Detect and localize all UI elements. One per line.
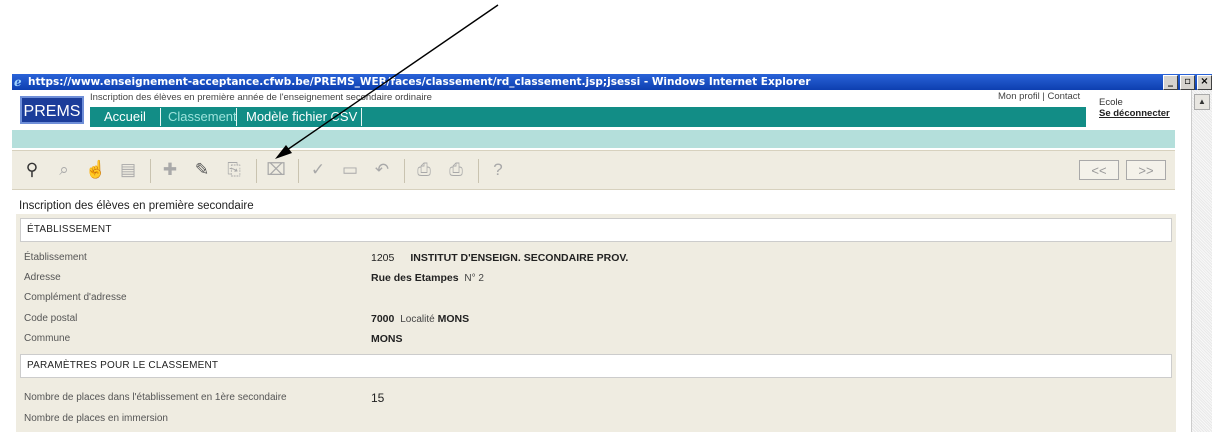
header-band: [12, 130, 1175, 148]
etablissement-code: 1205: [371, 252, 395, 264]
etablissement-label: Établissement: [24, 252, 87, 263]
nav-modele-csv[interactable]: Modèle fichier CSV: [240, 107, 363, 127]
hand-icon[interactable]: ☝: [84, 159, 108, 181]
maximize-button[interactable]: ▫: [1180, 75, 1195, 90]
add-icon[interactable]: ✚: [158, 159, 182, 181]
check-icon[interactable]: ✓: [306, 159, 330, 181]
nav-separator: [160, 108, 161, 126]
nav-separator: [361, 108, 362, 126]
pencil-icon[interactable]: ✎: [190, 159, 214, 181]
window-controls: _ ▫ ×: [1161, 74, 1212, 90]
localite-label: Localité: [400, 314, 435, 325]
close-button[interactable]: ×: [1197, 75, 1212, 90]
codepostal-value: 7000 Localité MONS: [371, 313, 469, 325]
prems-logo[interactable]: PREMS: [20, 96, 84, 124]
codepostal-code: 7000: [371, 313, 395, 325]
toolbar-separator: [150, 159, 151, 183]
internet-explorer-icon: ℯ: [14, 75, 22, 89]
undo-icon[interactable]: ↶: [370, 159, 394, 181]
commune-value: MONS: [371, 333, 403, 345]
etablissement-name: INSTITUT D'ENSEIGN. SECONDAIRE PROV.: [410, 252, 629, 264]
places-value: 15: [371, 391, 385, 405]
etablissement-value: 1205 INSTITUT D'ENSEIGN. SECONDAIRE PROV.: [371, 252, 628, 264]
page-content: PREMS Inscription des élèves en première…: [12, 90, 1176, 432]
search-icon[interactable]: ⌕: [52, 159, 76, 181]
help-icon[interactable]: ?: [486, 159, 510, 181]
print-icon[interactable]: ⎙: [444, 159, 468, 181]
classement-form: ÉTABLISSEMENT Établissement 1205 INSTITUT…: [16, 214, 1176, 432]
vertical-scrollbar[interactable]: ▲: [1191, 90, 1212, 432]
delete-icon[interactable]: ⌧: [264, 159, 288, 181]
app-subtitle: Inscription des élèves en première année…: [90, 92, 432, 103]
complement-label: Complément d'adresse: [24, 292, 127, 303]
toolbar: ⚲ ⌕ ☝ ▤ ✚ ✎ ⎘ ⌧ ✓ ▭ ↶ ⎙ ⎙ ? << >>: [12, 150, 1175, 190]
localite-value: MONS: [437, 313, 470, 325]
window-titlebar: ℯ https://www.enseignement-acceptance.cf…: [12, 74, 1212, 90]
save-icon[interactable]: ▭: [338, 159, 362, 181]
places-label: Nombre de places dans l'établissement en…: [24, 392, 287, 403]
nav-classement[interactable]: Classement: [162, 107, 243, 127]
toolbar-separator: [256, 159, 257, 183]
immersion-label: Nombre de places en immersion: [24, 413, 168, 424]
scroll-up-arrow-icon[interactable]: ▲: [1194, 94, 1210, 110]
logout-link[interactable]: Se déconnecter: [1099, 108, 1170, 119]
codepostal-label: Code postal: [24, 313, 78, 324]
app-header: PREMS Inscription des élèves en première…: [12, 90, 1175, 130]
document-icon[interactable]: ▤: [116, 159, 140, 181]
page-title: Inscription des élèves en première secon…: [19, 200, 254, 212]
copy-icon[interactable]: ⎘: [222, 159, 246, 181]
toolbar-separator: [478, 159, 479, 183]
nav-accueil[interactable]: Accueil: [98, 107, 152, 127]
browser-window: ℯ https://www.enseignement-acceptance.cf…: [12, 74, 1212, 432]
commune-name: MONS: [371, 333, 403, 345]
main-nav: Accueil Classement Modèle fichier CSV: [90, 107, 1086, 127]
previous-button[interactable]: <<: [1079, 160, 1119, 180]
binoculars-icon[interactable]: ⚲: [20, 159, 44, 181]
section-etablissement: ÉTABLISSEMENT: [20, 218, 1172, 242]
nav-separator: [236, 108, 237, 126]
minimize-button[interactable]: _: [1163, 75, 1178, 90]
preview-icon[interactable]: ⎙: [412, 159, 436, 181]
adresse-street: Rue des Etampes: [371, 272, 459, 284]
commune-label: Commune: [24, 333, 71, 344]
user-name: Ecole: [1099, 97, 1123, 108]
toolbar-separator: [404, 159, 405, 183]
window-title: https://www.enseignement-acceptance.cfwb…: [28, 76, 811, 88]
adresse-number: N° 2: [464, 273, 484, 284]
next-button[interactable]: >>: [1126, 160, 1166, 180]
section-parametres: PARAMÈTRES POUR LE CLASSEMENT: [20, 354, 1172, 378]
profile-contact-links[interactable]: Mon profil | Contact: [998, 91, 1080, 102]
toolbar-separator: [298, 159, 299, 183]
adresse-label: Adresse: [24, 272, 61, 283]
adresse-value: Rue des Etampes N° 2: [371, 272, 484, 284]
